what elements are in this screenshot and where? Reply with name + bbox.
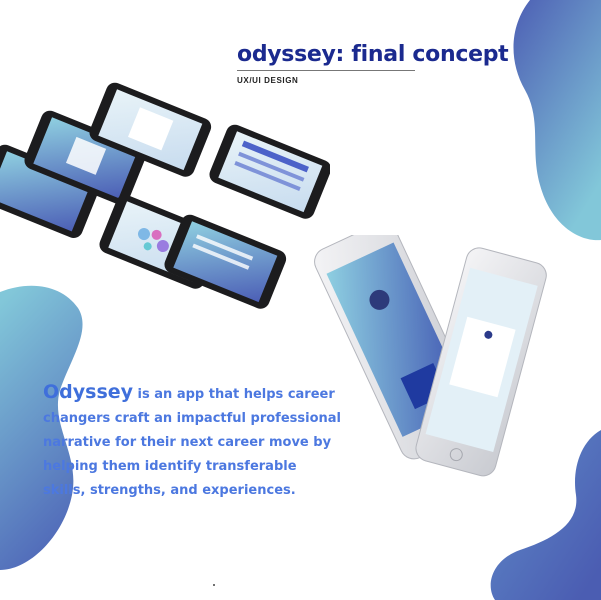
header: odyssey: final concept UX/UI DESIGN [237,42,509,85]
phone-mockup [209,124,330,219]
brand-name: Odyssey [43,381,134,403]
page-title: odyssey: final concept [237,42,509,67]
phone-mockup [164,214,287,309]
description-text: is an app that helps career changers cra… [43,387,341,498]
title-divider [237,70,415,71]
description-paragraph: Odyssey is an app that helps career chan… [43,380,343,503]
phone-mockups-grid-image [0,82,330,309]
top-right-blob [513,0,601,241]
stray-dot [213,584,215,586]
